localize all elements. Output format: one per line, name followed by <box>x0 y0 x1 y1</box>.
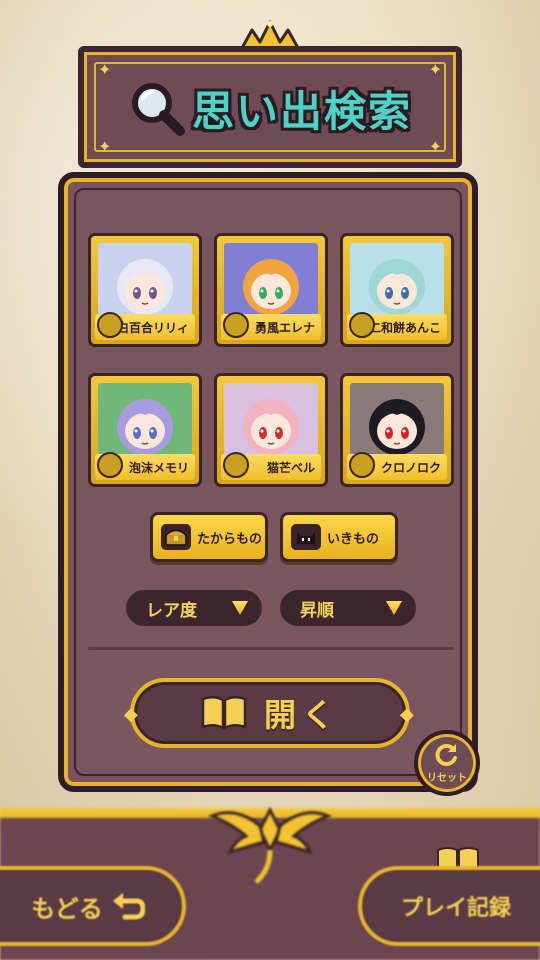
character-emblem-icon <box>97 452 123 478</box>
rarity-sort-label: レア度 <box>146 600 197 621</box>
order-sort-label: 昇順 <box>300 600 334 621</box>
character-name: クロノロク <box>380 460 441 475</box>
order-sort-dropdown[interactable]: 昇順 <box>280 590 416 626</box>
dropdown-arrow-icon <box>232 601 248 615</box>
character-name: 白百合リリィ <box>116 320 189 335</box>
rarity-sort-dropdown[interactable]: レア度 <box>126 590 262 626</box>
panel-divider <box>88 647 454 650</box>
refresh-icon <box>435 744 457 766</box>
title-plaque: ✦ ✦ ✦ ✦ 思い出検索 <box>78 46 462 168</box>
character-emblem-icon <box>349 452 375 478</box>
character-emblem-icon <box>223 452 249 478</box>
reset-label: リセット <box>427 773 467 784</box>
character-name: 勇風エレナ <box>254 320 315 335</box>
creature-filter-button[interactable]: いきもの <box>280 512 398 562</box>
character-emblem-icon <box>97 312 123 338</box>
back-button[interactable]: もどる <box>0 866 186 946</box>
sparkle-icon: ◆ <box>400 704 414 725</box>
character-portrait <box>224 383 318 455</box>
treasure-filter-label: たからもの <box>197 531 263 547</box>
reset-button[interactable]: リセット <box>414 730 480 796</box>
page-title: 思い出検索 <box>191 86 412 136</box>
character-name: 泡沫メモリ <box>128 460 189 475</box>
character-portrait <box>224 243 318 315</box>
character-card[interactable]: 泡沫メモリ <box>88 373 202 487</box>
character-portrait <box>350 243 444 315</box>
character-card[interactable]: 二和餅あんこ <box>340 233 454 347</box>
play-record-button[interactable]: プレイ記録 <box>358 866 540 946</box>
character-portrait <box>98 383 192 455</box>
open-button-label: 開く <box>263 696 340 734</box>
sparkle-icon: ◆ <box>124 704 138 725</box>
winged-emblem-icon <box>208 806 332 884</box>
character-emblem-icon <box>223 312 249 338</box>
open-book-icon <box>201 696 247 731</box>
open-button[interactable]: 開く <box>130 678 410 748</box>
return-arrow-icon <box>112 893 145 920</box>
character-card[interactable]: クロノロク <box>340 373 454 487</box>
dropdown-arrow-icon <box>386 601 402 615</box>
cat-face-icon <box>291 524 321 550</box>
character-grid: 白百合リリィ 勇風エレナ 二和餅あんこ泡沫メモリ 猫芒ベル クロノロク <box>88 233 454 487</box>
character-portrait <box>350 383 444 455</box>
character-card[interactable]: 白百合リリィ <box>88 233 202 347</box>
character-card[interactable]: 勇風エレナ <box>214 233 328 347</box>
character-name: 二和餅あんこ <box>368 320 441 335</box>
treasure-chest-icon <box>161 524 191 550</box>
magnifier-icon <box>131 83 185 136</box>
character-emblem-icon <box>349 312 375 338</box>
back-button-label: もどる <box>31 894 103 923</box>
creature-filter-label: いきもの <box>327 531 380 547</box>
character-name: 猫芒ベル <box>266 460 315 475</box>
character-card[interactable]: 猫芒ベル <box>214 373 328 487</box>
character-portrait <box>98 243 192 315</box>
treasure-filter-button[interactable]: たからもの <box>150 512 268 562</box>
play-record-label: プレイ記録 <box>400 896 511 921</box>
